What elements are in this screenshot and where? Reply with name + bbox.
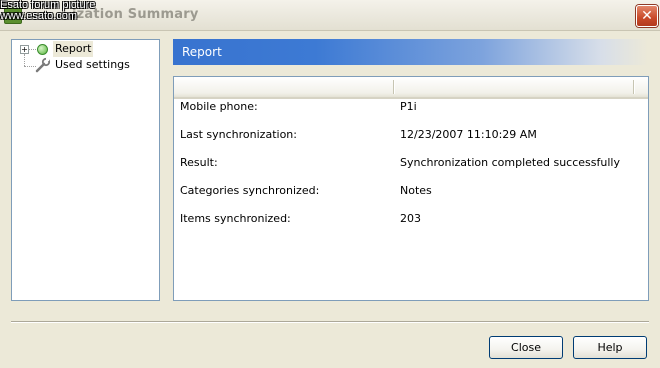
tree-item-label: Used settings xyxy=(55,58,130,71)
wrench-icon xyxy=(35,57,51,73)
column-divider[interactable] xyxy=(633,80,635,94)
close-icon: ✕ xyxy=(641,8,653,24)
detail-key: Result: xyxy=(180,156,218,169)
detail-value: 203 xyxy=(400,212,421,225)
watermark: Esato forum picture www.esato.com xyxy=(0,0,95,22)
detail-row: Categories synchronized: Notes xyxy=(174,184,648,212)
detail-key: Mobile phone: xyxy=(180,100,258,113)
footer-separator xyxy=(11,321,649,323)
column-divider[interactable] xyxy=(393,80,395,94)
report-icon xyxy=(37,44,48,55)
expand-icon[interactable]: + xyxy=(20,45,29,54)
detail-value: Synchronization completed successfully xyxy=(400,156,620,169)
detail-row: Mobile phone: P1i xyxy=(174,100,648,128)
detail-row: Last synchronization: 12/23/2007 11:10:2… xyxy=(174,128,648,156)
tree-item-used-settings[interactable]: Used settings xyxy=(12,57,152,73)
navigation-tree: + Report Used settings xyxy=(11,39,160,301)
window-close-button[interactable]: ✕ xyxy=(636,5,658,27)
close-button[interactable]: Close xyxy=(489,336,563,359)
tree-item-label: Report xyxy=(53,41,94,57)
detail-value: Notes xyxy=(400,184,432,197)
detail-value: 12/23/2007 11:10:29 AM xyxy=(400,128,537,141)
detail-row: Result: Synchronization completed succes… xyxy=(174,156,648,184)
watermark-line-2: www.esato.com xyxy=(0,10,78,22)
section-title: Report xyxy=(182,45,222,59)
details-list: Mobile phone: P1i Last synchronization: … xyxy=(173,76,649,301)
column-header xyxy=(174,77,648,99)
detail-value: P1i xyxy=(400,100,417,113)
section-banner: Report xyxy=(173,39,648,65)
detail-key: Items synchronized: xyxy=(180,212,291,225)
help-button[interactable]: Help xyxy=(573,336,647,359)
detail-key: Last synchronization: xyxy=(180,128,297,141)
title-bar: ization Summary ✕ xyxy=(0,0,660,31)
detail-key: Categories synchronized: xyxy=(180,184,320,197)
tree-connector xyxy=(29,49,36,50)
detail-row: Items synchronized: 203 xyxy=(174,212,648,240)
tree-item-report[interactable]: + Report xyxy=(12,41,152,57)
